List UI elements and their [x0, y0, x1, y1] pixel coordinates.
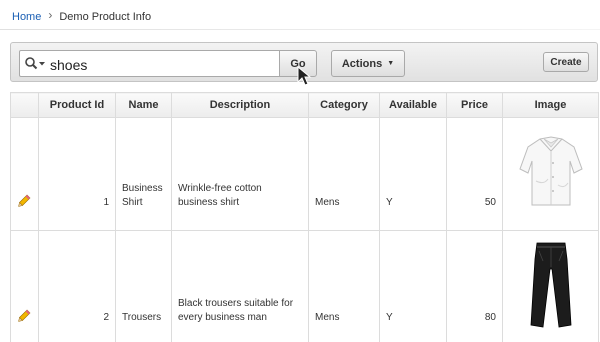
- product-id-cell: 2: [38, 230, 116, 342]
- edit-cell[interactable]: [10, 117, 39, 231]
- column-header-name[interactable]: Name: [115, 92, 172, 118]
- column-header-product-id[interactable]: Product Id: [38, 92, 116, 118]
- white-shirt-image: [518, 135, 583, 205]
- column-header-category[interactable]: Category: [308, 92, 380, 118]
- price-cell: 80: [446, 230, 503, 342]
- table-header-row: Product Id Name Description Category Ava…: [10, 92, 599, 118]
- mouse-cursor-icon: [297, 66, 312, 86]
- available-cell: Y: [379, 117, 447, 231]
- description-cell: Wrinkle-free cotton business shirt: [171, 117, 309, 231]
- search-box[interactable]: [19, 50, 307, 77]
- image-cell: [502, 230, 599, 342]
- breadcrumb-current: Demo Product Info: [59, 11, 152, 23]
- black-trousers-image: [530, 242, 571, 327]
- pencil-icon[interactable]: [18, 194, 31, 207]
- breadcrumb: Home › Demo Product Info: [12, 8, 152, 23]
- breadcrumb-separator: ›: [48, 8, 53, 22]
- create-button[interactable]: Create: [543, 52, 589, 72]
- column-header-edit: [10, 92, 39, 118]
- description-cell: Black trousers suitable for every busine…: [171, 230, 309, 342]
- column-header-available[interactable]: Available: [379, 92, 447, 118]
- name-cell: Trousers: [115, 230, 172, 342]
- actions-label: Actions: [341, 57, 383, 70]
- breadcrumb-home-link[interactable]: Home: [12, 11, 41, 23]
- pencil-icon[interactable]: [18, 309, 31, 322]
- category-cell: Mens: [308, 230, 380, 342]
- table-row: 1 Business Shirt Wrinkle-free cotton bus…: [10, 117, 599, 231]
- actions-button[interactable]: Actions ▼: [331, 50, 405, 77]
- price-cell: 50: [446, 117, 503, 231]
- image-cell: [502, 117, 599, 231]
- column-header-price[interactable]: Price: [446, 92, 503, 118]
- name-cell: Business Shirt: [115, 117, 172, 231]
- edit-cell[interactable]: [10, 230, 39, 342]
- products-report: Product Id Name Description Category Ava…: [10, 92, 599, 342]
- product-id-cell: 1: [38, 117, 116, 231]
- column-header-description[interactable]: Description: [171, 92, 309, 118]
- category-cell: Mens: [308, 117, 380, 231]
- table-row: 2 Trousers Black trousers suitable for e…: [10, 230, 599, 342]
- breadcrumb-divider: [0, 29, 600, 30]
- column-header-image[interactable]: Image: [502, 92, 599, 118]
- chevron-down-icon: ▼: [387, 60, 395, 67]
- search-icon[interactable]: [24, 56, 48, 72]
- search-input[interactable]: [50, 56, 275, 73]
- available-cell: Y: [379, 230, 447, 342]
